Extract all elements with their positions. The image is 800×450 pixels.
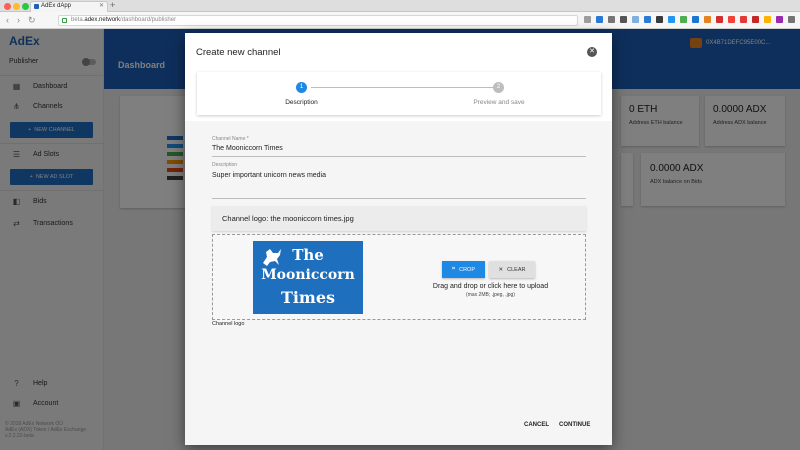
window-close-button[interactable] [4, 3, 11, 10]
description-field[interactable]: Super important unicorn news media [212, 172, 326, 179]
dialog-title: Create new channel [196, 47, 281, 58]
forward-icon[interactable]: › [17, 15, 20, 25]
dropzone-instructions: Drag and drop or click here to upload [432, 283, 549, 290]
extension-icon[interactable] [752, 16, 759, 23]
channel-logo-preview: The Mooniccorn Times [253, 241, 363, 314]
step-1-circle[interactable]: 1 [296, 82, 307, 93]
new-tab-button[interactable]: + [110, 0, 115, 10]
step-2-label[interactable]: Preview and save [459, 99, 539, 106]
browser-tab[interactable]: AdEx dApp ✕ [30, 1, 108, 12]
clear-button[interactable]: ✕ CLEAR [489, 261, 535, 278]
step-2-circle[interactable]: 2 [493, 82, 504, 93]
url-path: /dashboard/publisher [120, 17, 177, 23]
browser-tab-bar: AdEx dApp ✕ + [0, 0, 800, 12]
extension-icon[interactable] [668, 16, 675, 23]
channel-name-underline [212, 156, 586, 157]
logo-dropzone[interactable]: The Mooniccorn Times ⌗ CROP ✕ CLEAR Drag… [212, 234, 586, 320]
extension-icon[interactable] [656, 16, 663, 23]
channel-logo-header: Channel logo: the mooniccorn times.jpg [212, 206, 586, 231]
create-channel-dialog: Create new channel ✕ 1 Description 2 Pre… [185, 33, 612, 445]
url-domain: adex.network [84, 17, 121, 23]
channel-name-label: Channel Name * [212, 136, 249, 142]
extension-icon[interactable] [692, 16, 699, 23]
extension-icon[interactable] [632, 16, 639, 23]
channel-logo-caption: Channel logo [212, 321, 245, 327]
close-icon: ✕ [498, 266, 504, 273]
extension-icon[interactable] [776, 16, 783, 23]
description-label: Description [212, 162, 238, 168]
lock-icon [62, 18, 67, 23]
crop-label: CROP [459, 266, 475, 273]
logo-text-line2: Mooniccorn [261, 267, 355, 283]
step-1-label[interactable]: Description [275, 99, 328, 106]
channel-name-field[interactable]: The Mooniccorn Times [212, 145, 283, 152]
url-field[interactable]: beta.adex.network/dashboard/publisher [58, 15, 578, 26]
crop-icon: ⌗ [452, 266, 456, 272]
crop-button[interactable]: ⌗ CROP [442, 261, 485, 278]
extension-icon[interactable] [680, 16, 687, 23]
logo-text-line3: Times [280, 288, 336, 307]
window-maximize-button[interactable] [22, 3, 29, 10]
close-icon[interactable]: ✕ [587, 47, 597, 57]
back-icon[interactable]: ‹ [6, 15, 9, 25]
extension-icon[interactable] [740, 16, 747, 23]
favicon-icon [34, 4, 39, 9]
extension-icons [584, 16, 800, 23]
extension-icon[interactable] [788, 16, 795, 23]
metamask-icon[interactable] [704, 16, 711, 23]
continue-button[interactable]: CONTINUE [559, 422, 590, 428]
stepper: 1 Description 2 Preview and save [197, 72, 601, 115]
window-minimize-button[interactable] [13, 3, 20, 10]
tab-close-icon[interactable]: ✕ [99, 2, 104, 9]
dropzone-limits: (max 2MB; .jpeg, .jpg) [466, 292, 515, 298]
reload-icon[interactable]: ↻ [28, 15, 36, 26]
extension-icon[interactable] [644, 16, 651, 23]
extension-icon[interactable] [728, 16, 735, 23]
extension-icon[interactable] [596, 16, 603, 23]
extension-icon[interactable] [608, 16, 615, 23]
extension-icon[interactable] [584, 16, 591, 23]
address-bar-row: ‹ › ↻ beta.adex.network/dashboard/publis… [0, 12, 800, 29]
extension-icon[interactable] [716, 16, 723, 23]
step-connector [311, 87, 494, 88]
url-prefix: beta. [71, 17, 85, 23]
tab-title: AdEx dApp [41, 3, 72, 9]
description-underline [212, 198, 586, 199]
extension-icon[interactable] [764, 16, 771, 23]
clear-label: CLEAR [507, 266, 526, 273]
logo-text-line1: The [292, 246, 324, 264]
cancel-button[interactable]: CANCEL [524, 422, 549, 428]
extension-icon[interactable] [620, 16, 627, 23]
